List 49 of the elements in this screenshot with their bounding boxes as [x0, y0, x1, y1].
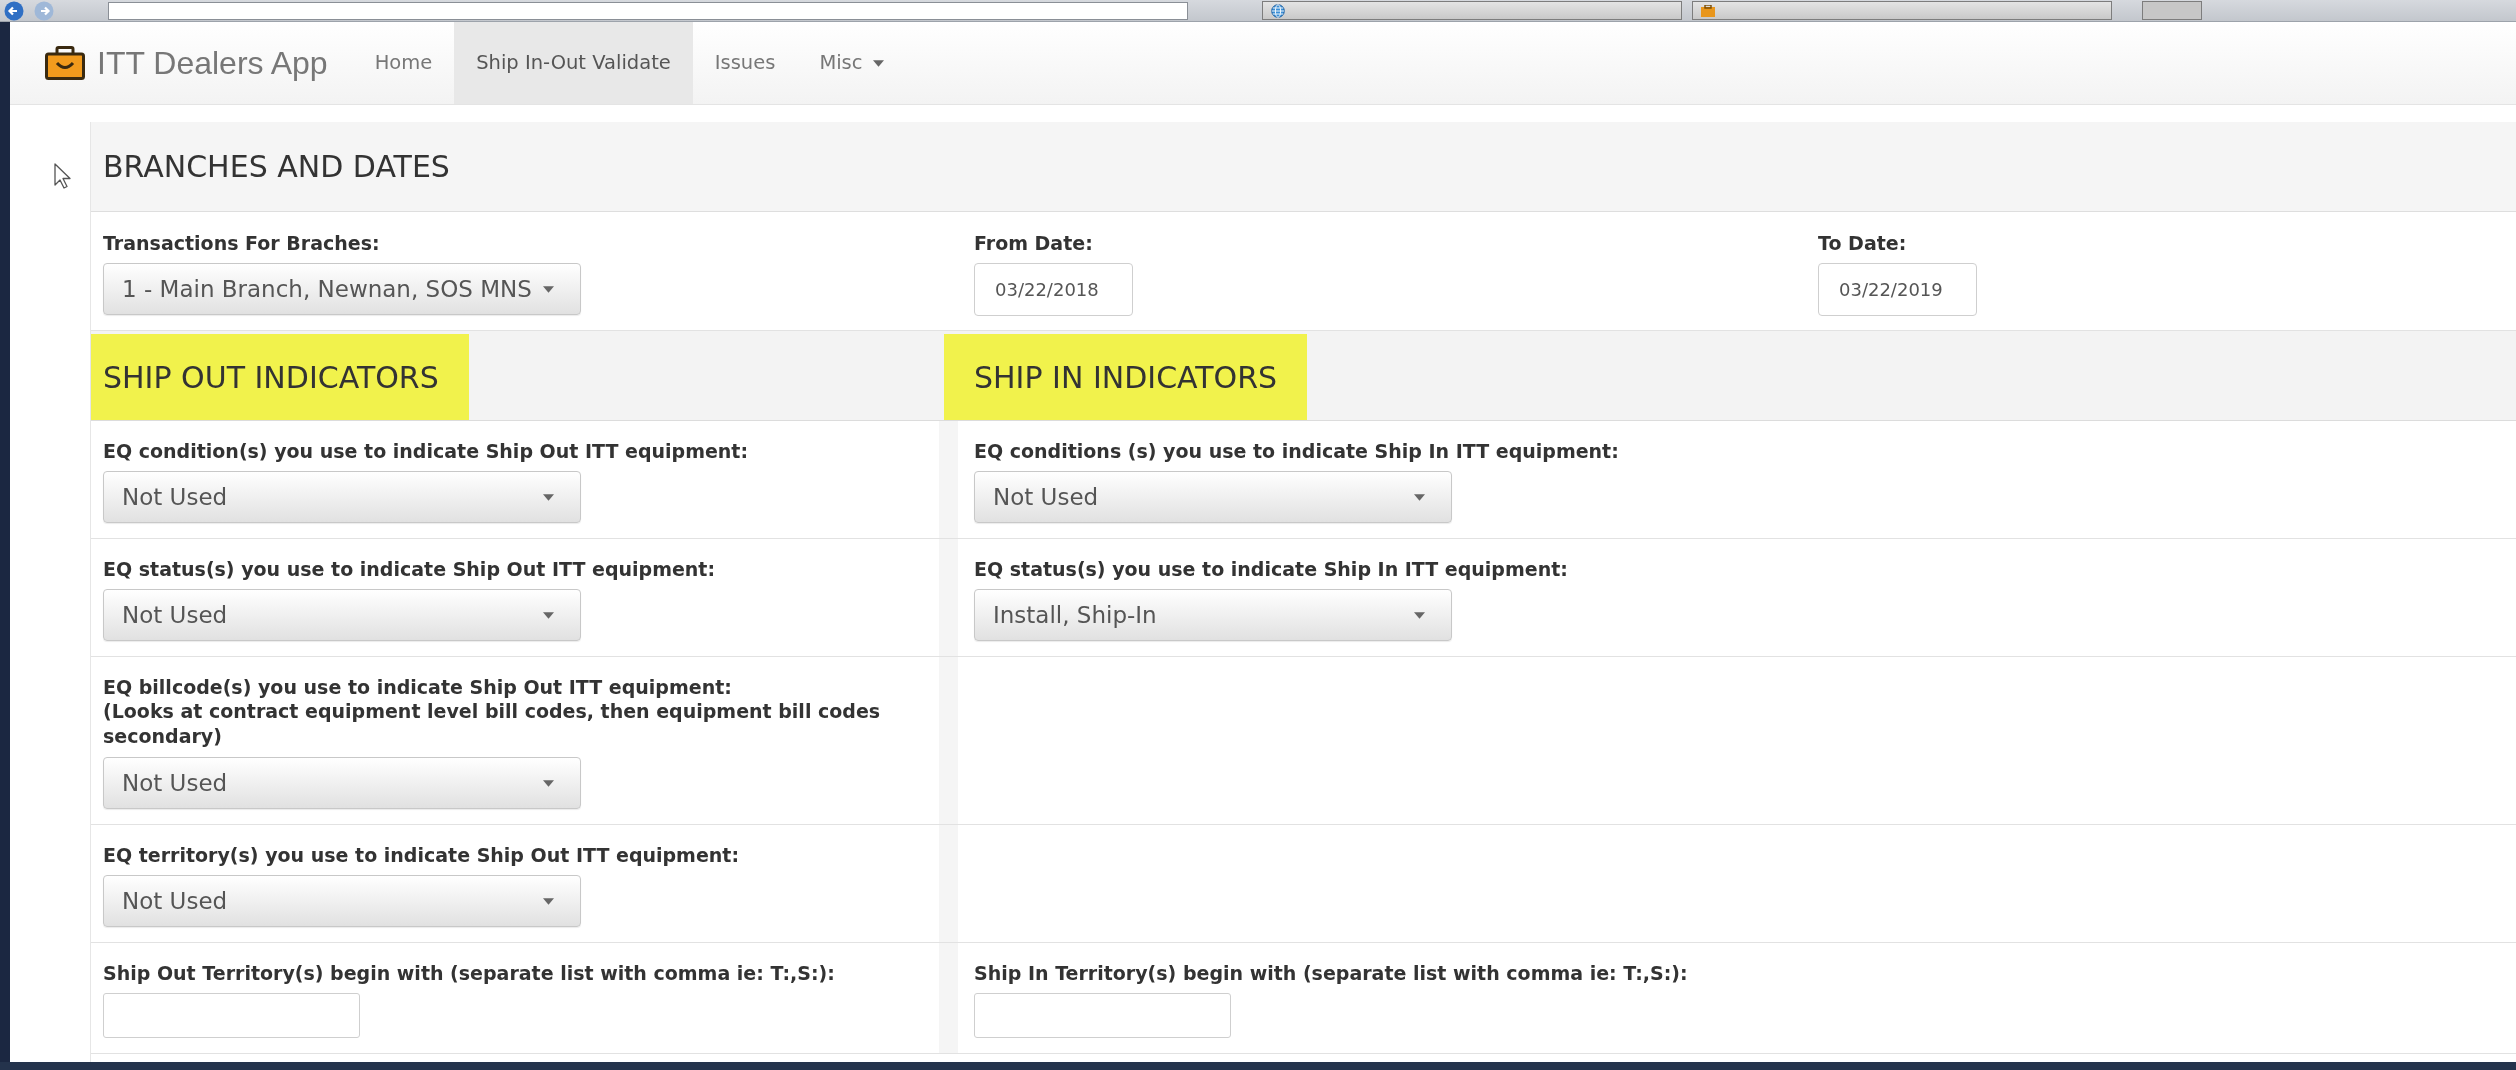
date-field[interactable]: 03/22/2018 [974, 263, 1133, 316]
section-heading: SHIP IN INDICATORS [944, 334, 1308, 420]
field-label: EQ status(s) you use to indicate Ship Out ITT equipment: [103, 557, 716, 581]
nav-dropdown[interactable]: Misc [797, 22, 906, 104]
panel-heading: BRANCHES AND DATES [91, 122, 2516, 212]
caret-icon [1414, 611, 1425, 619]
date-field[interactable]: 03/22/2019 [1818, 263, 1977, 316]
caret-icon [872, 59, 884, 67]
nav-link[interactable]: Home [352, 22, 455, 104]
field-label: Transactions For Braches: [103, 231, 380, 255]
text-field[interactable] [103, 993, 360, 1038]
back-button-icon[interactable] [4, 0, 24, 21]
field-label: EQ conditions (s) you use to indicate Ship In ITT equipment: [974, 439, 1619, 463]
dropdown-select[interactable]: Not Used [103, 875, 581, 927]
field-label: EQ condition(s) you use to indicate Ship Out ITT equipment: [103, 439, 749, 463]
caret-icon [543, 779, 554, 787]
browser-tab[interactable] [1262, 1, 1682, 20]
dropdown-select[interactable]: Not Used [974, 471, 1452, 523]
field-label: Ship Out Territory(s) begin with (separate list with comma ie: T:,S:): [103, 961, 835, 985]
app-brand[interactable]: ITT Dealers App [45, 22, 328, 104]
nav-link[interactable]: Ship In-Out Validate [454, 22, 693, 104]
nav-link[interactable]: Issues [692, 22, 798, 104]
forward-button-icon[interactable] [34, 0, 54, 21]
caret-icon [543, 285, 554, 293]
field-label: EQ billcode(s) you use to indicate Ship Out ITT equipment: [103, 675, 732, 699]
field-label: EQ status(s) you use to indicate Ship In ITT equipment: [974, 557, 1568, 581]
dropdown-select[interactable]: Install, Ship-In [974, 589, 1452, 641]
globe-icon [1271, 3, 1285, 18]
dropdown-select[interactable]: Not Used [103, 757, 581, 809]
caret-icon [543, 493, 554, 501]
field-label: EQ territory(s) you use to indicate Ship Out ITT equipment: [103, 843, 739, 867]
caret-icon [543, 611, 554, 619]
section-heading: SHIP OUT INDICATORS [91, 334, 469, 420]
caret-icon [543, 897, 554, 905]
new-tab-button[interactable] [2142, 1, 2202, 20]
field-label: From Date: [974, 231, 1093, 255]
dropdown-select[interactable]: Not Used [103, 589, 581, 641]
dropdown-select[interactable]: Not Used [103, 471, 581, 523]
field-label: To Date: [1818, 231, 1907, 255]
text-field[interactable] [974, 993, 1231, 1038]
field-label: Ship In Territory(s) begin with (separate list with comma ie: T:,S:): [974, 961, 1688, 985]
address-field[interactable] [108, 1, 1188, 20]
caret-icon [1414, 493, 1425, 501]
mouse-pointer-icon [54, 163, 71, 189]
browser-tab[interactable] [1692, 1, 2112, 20]
briefcase-icon [1701, 4, 1715, 17]
dropdown-select[interactable]: 1 - Main Branch, Newnan, SOS MNS [103, 263, 581, 315]
briefcase-icon [45, 46, 85, 80]
field-note: (Looks at contract equipment level bill codes, then equipment bill codes secondary) [103, 699, 882, 749]
